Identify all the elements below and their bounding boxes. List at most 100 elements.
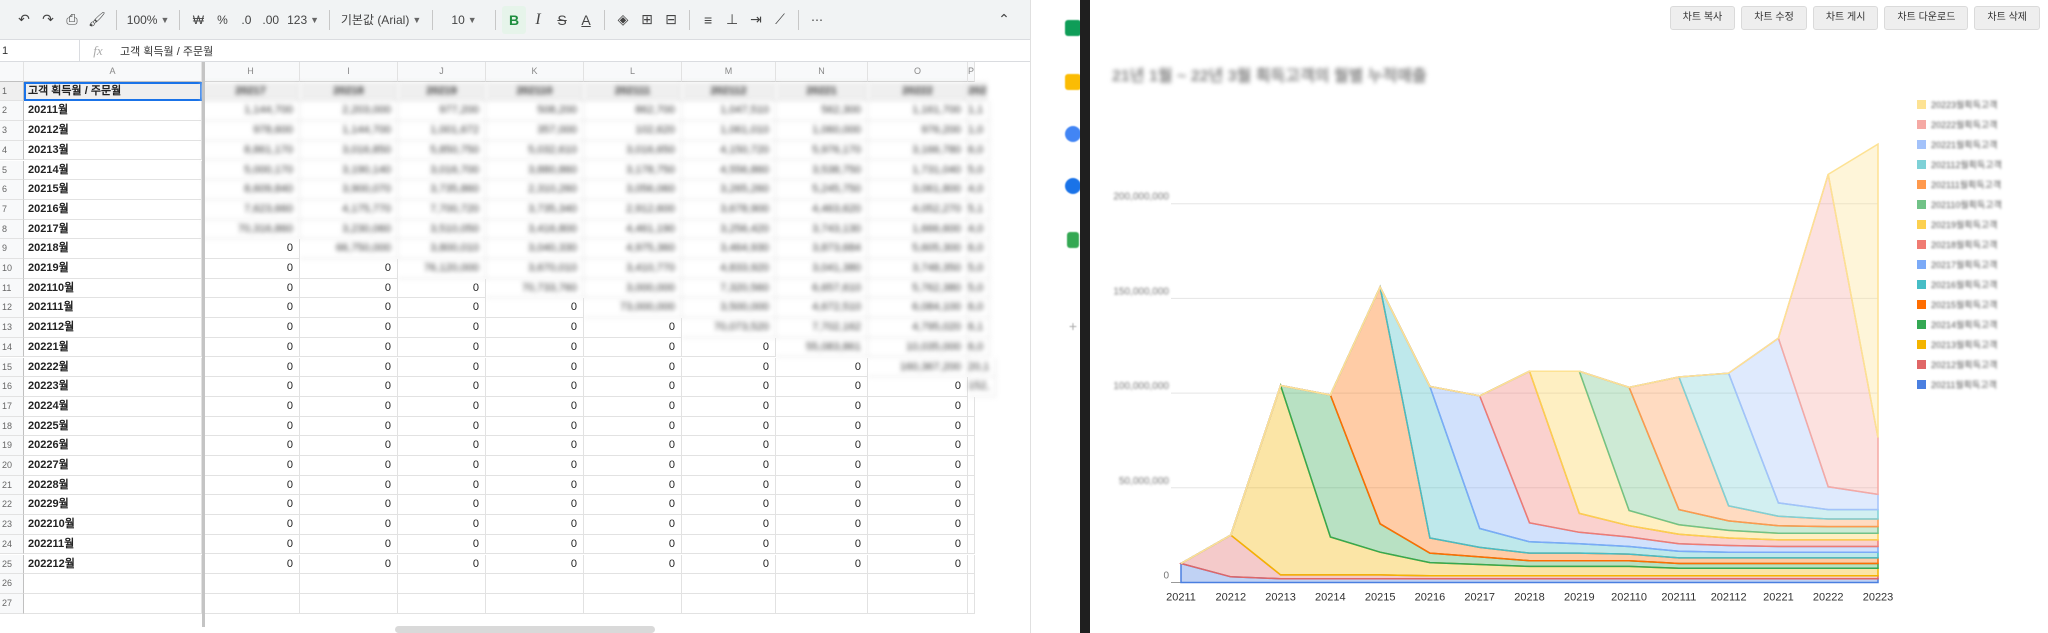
row-number[interactable]: 21 [0,475,24,496]
data-cell[interactable]: 1,061,010 [682,121,776,141]
data-cell[interactable]: 70,073,520 [682,318,776,338]
data-cell[interactable]: 3,016,700 [398,160,486,181]
data-cell[interactable]: 70,733,760 [486,278,584,299]
name-box[interactable]: 1 [0,39,80,62]
data-cell[interactable]: 0 [202,357,300,378]
horizontal-scrollbar[interactable] [395,626,655,633]
legend-item[interactable]: 20223월획득고객 [1917,99,1997,110]
data-cell[interactable]: 0 [584,495,682,516]
row-label-cell[interactable]: 202111월 [24,298,202,319]
data-cell[interactable]: 1,144,700 [202,101,300,122]
row-number[interactable]: 22 [0,495,24,516]
data-cell[interactable]: 5,762,380 [868,278,968,299]
header-cell[interactable]: 202110 [486,81,584,102]
data-cell[interactable]: 0 [486,357,584,378]
data-cell[interactable] [584,593,682,614]
delete-chart-button[interactable]: 차트 삭제 [1974,6,2040,30]
legend-item[interactable]: 20211월획득고객 [1917,379,1997,390]
data-cell[interactable]: 4,150,720 [682,140,776,161]
data-cell[interactable]: 5,0 [968,278,991,299]
row-label-cell[interactable]: 20223월 [24,377,202,397]
data-cell[interactable]: 3,510,050 [398,219,486,240]
data-cell[interactable] [776,593,868,614]
data-cell[interactable]: 0 [486,337,584,358]
data-cell[interactable]: 0 [300,259,398,279]
data-cell[interactable] [682,574,776,594]
data-cell[interactable]: 0 [202,475,300,496]
data-cell[interactable]: 6,0 [968,140,991,161]
row-label-cell[interactable]: 20222월 [24,357,202,378]
data-cell[interactable]: 3,500,000 [682,298,776,319]
data-cell[interactable]: 0 [202,396,300,417]
data-cell[interactable]: 4,463,620 [776,199,868,220]
data-cell[interactable]: 5,245,750 [776,180,868,200]
data-cell[interactable]: 0 [486,396,584,417]
data-cell[interactable]: 0 [300,436,398,456]
chart-legend[interactable]: 20223월획득고객 20222월획득고객 20221월획득고객 202112월획득고… [1917,99,2002,390]
data-cell[interactable]: 0 [776,456,868,476]
data-cell[interactable]: 862,700 [584,101,682,122]
data-cell[interactable]: 0 [776,357,868,378]
data-cell[interactable]: 0 [202,534,300,555]
data-cell[interactable]: 0 [398,298,486,319]
data-cell[interactable]: 0 [202,337,300,358]
row-number[interactable]: 15 [0,357,24,378]
collapse-toolbar-icon[interactable]: ⌃ [992,6,1016,34]
data-cell[interactable]: 0 [486,495,584,516]
data-cell[interactable]: 562,300 [776,101,868,122]
data-cell[interactable]: 0 [584,436,682,456]
data-cell[interactable] [968,495,975,516]
data-cell[interactable]: 0 [202,436,300,456]
data-cell[interactable]: 3,678,900 [682,199,776,220]
data-cell[interactable]: 0 [486,475,584,496]
data-cell[interactable]: 3,166,780 [868,140,968,161]
row-number[interactable]: 17 [0,396,24,417]
data-cell[interactable]: 0 [682,337,776,358]
data-cell[interactable]: 152, [968,377,997,397]
row-label-cell[interactable]: 202112월 [24,318,202,338]
data-cell[interactable] [776,574,868,594]
data-cell[interactable] [300,574,398,594]
data-cell[interactable]: 0 [776,396,868,417]
data-cell[interactable]: 0 [486,298,584,319]
column-header[interactable]: L [584,62,682,82]
data-cell[interactable]: 0 [202,515,300,535]
data-cell[interactable]: 0 [486,554,584,575]
data-cell[interactable] [968,396,975,417]
column-header[interactable]: N [776,62,868,82]
percent-format-button[interactable]: % [210,6,234,34]
data-cell[interactable]: 6,0 [968,239,991,259]
data-cell[interactable]: 4,975,360 [584,239,682,259]
data-cell[interactable]: 3,748,350 [868,259,968,279]
more-icon[interactable]: + [1065,318,1081,334]
data-cell[interactable]: 0 [486,416,584,437]
data-cell[interactable]: 66,750,000 [300,239,398,259]
data-cell[interactable]: 0 [584,534,682,555]
data-cell[interactable]: 8,609,840 [202,180,300,200]
undo-icon[interactable]: ↶ [12,6,36,34]
data-cell[interactable]: 0 [868,416,968,437]
legend-item[interactable]: 20222월획득고객 [1917,119,1997,130]
sheets-icon[interactable] [1065,20,1081,36]
data-cell[interactable]: 0 [776,515,868,535]
row-number[interactable]: 16 [0,377,24,397]
row-label-cell[interactable]: 202110월 [24,278,202,299]
print-icon[interactable]: ⎙ [60,6,84,34]
data-cell[interactable]: 0 [300,554,398,575]
data-cell[interactable]: 6,0 [968,337,991,358]
data-cell[interactable]: 0 [300,534,398,555]
data-cell[interactable] [968,554,975,575]
data-cell[interactable]: 0 [584,554,682,575]
data-cell[interactable]: 55,083,861 [776,337,868,358]
data-cell[interactable]: 7,623,660 [202,199,300,220]
data-cell[interactable] [868,593,968,614]
data-cell[interactable]: 0 [584,396,682,417]
redo-icon[interactable]: ↷ [36,6,60,34]
header-cell[interactable]: 202112 [682,81,776,102]
publish-chart-button[interactable]: 차트 게시 [1812,6,1879,30]
row-label-cell[interactable]: 20227월 [24,456,202,476]
data-cell[interactable]: 6,1 [968,318,991,338]
row-label-cell[interactable]: 20225월 [24,416,202,437]
data-cell[interactable]: 0 [584,416,682,437]
data-cell[interactable]: 8,861,170 [202,140,300,161]
